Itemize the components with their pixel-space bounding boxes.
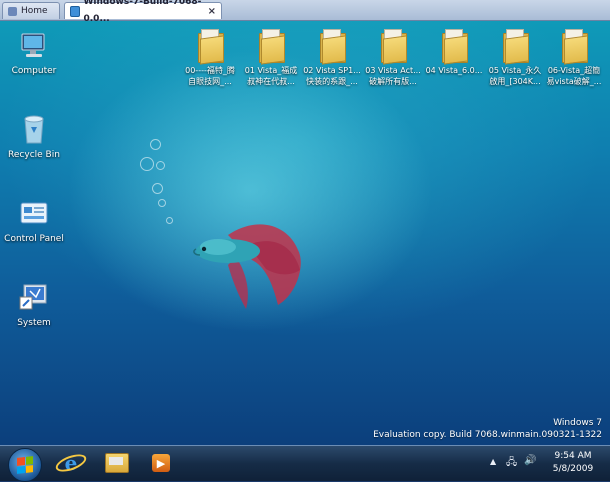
folder-icon — [503, 29, 529, 65]
recycle-bin-icon — [24, 115, 44, 144]
folder-name-line1: 05 Vista_永久 — [488, 66, 542, 75]
tab-vm[interactable]: Windows-7-Build-7068-0.0... × — [64, 0, 222, 24]
folder-name-line2: 易vista破解_... — [546, 77, 602, 86]
bubble — [156, 161, 165, 170]
computer-label: Computer — [11, 66, 57, 76]
folder-name-line2: 啟用_[304K... — [489, 77, 541, 86]
bubble — [166, 217, 173, 224]
clock-time: 9:54 AM — [554, 451, 592, 461]
desktop-folder[interactable]: 00----福特_腾 自眼技网_... — [180, 29, 240, 87]
network-icon[interactable]: 🖧 — [506, 455, 517, 472]
folder-name-line1: 06-Vista_超簡 — [547, 66, 601, 75]
folder-name-line2: 破解所有版... — [369, 77, 417, 86]
desktop-folder[interactable]: 03 Vista Act... 破解所有版... — [363, 29, 423, 87]
bubble — [158, 199, 166, 207]
folder-icon — [562, 29, 588, 65]
notification-area: ▲ 🖧 🔊 9:54 AM 5/8/2009 — [486, 446, 610, 481]
folder-name-line2: 叔神在代叔... — [247, 77, 295, 86]
folder-name-line2: 快装的系跟_... — [306, 77, 358, 86]
recycle-bin-label: Recycle Bin — [8, 150, 60, 160]
system-icon — [19, 284, 47, 310]
folder-name-line2: 自眼技网_... — [188, 77, 232, 86]
media-player-icon: ▶ — [152, 454, 170, 472]
show-hidden-icons-arrow-icon[interactable]: ▲ — [490, 457, 496, 466]
taskbar-media-player[interactable]: ▶ — [144, 448, 178, 478]
clock-date: 5/8/2009 — [552, 464, 594, 474]
desktop-icon-system[interactable]: System — [4, 283, 64, 329]
system-label: System — [17, 318, 51, 328]
folder-icon — [259, 29, 285, 65]
bubble — [150, 139, 161, 150]
start-button[interactable] — [8, 448, 42, 482]
folder-icon — [381, 29, 407, 65]
betta-fish-illustration — [193, 224, 301, 309]
control-panel-icon — [20, 202, 48, 224]
folder-icon — [198, 29, 224, 65]
tab-home[interactable]: Home — [2, 2, 60, 19]
tab-home-label: Home — [21, 5, 48, 16]
windows-explorer-icon — [105, 453, 129, 473]
evaluation-watermark: Windows 7 Evaluation copy. Build 7068.wi… — [373, 417, 602, 441]
taskbar-windows-explorer[interactable] — [100, 448, 134, 478]
desktop-icon-recycle-bin[interactable]: Recycle Bin — [4, 113, 64, 161]
desktop[interactable]: Computer Recycle Bin Control Panel Syste… — [0, 21, 610, 445]
folder-name-line1: 00----福特_腾 — [185, 66, 235, 75]
desktop-folder[interactable]: 05 Vista_永久 啟用_[304K... — [485, 29, 545, 87]
folder-name-line1: 02 Vista SP1... — [303, 66, 361, 75]
watermark-build: Evaluation copy. Build 7068.winmain.0903… — [373, 430, 602, 440]
bubble — [152, 183, 163, 194]
desktop-icon-control-panel[interactable]: Control Panel — [4, 199, 64, 245]
taskbar: e ▶ ▲ 🖧 🔊 9:54 AM 5/8/2009 — [0, 445, 610, 482]
folder-name-line1: 01 Vista_福成 — [244, 66, 298, 75]
vm-tab-bar: Home Windows-7-Build-7068-0.0... × — [0, 0, 610, 24]
desktop-folder[interactable]: 04 Vista_6.0... — [424, 29, 484, 76]
desktop-folder[interactable]: 06-Vista_超簡 易vista破解_... — [544, 29, 604, 87]
vm-icon — [70, 5, 80, 17]
folder-icon — [320, 29, 346, 65]
control-panel-label: Control Panel — [4, 234, 64, 244]
folder-icon — [442, 29, 468, 65]
folder-name-line1: 04 Vista_6.0... — [425, 66, 483, 75]
taskbar-internet-explorer[interactable]: e — [53, 448, 89, 478]
computer-icon — [21, 33, 45, 57]
watermark-os: Windows 7 — [553, 418, 602, 428]
bubble — [140, 157, 154, 171]
desktop-folder[interactable]: 02 Vista SP1... 快装的系跟_... — [302, 29, 362, 87]
close-tab-icon[interactable]: × — [208, 3, 216, 20]
clock[interactable]: 9:54 AM 5/8/2009 — [548, 450, 598, 476]
volume-icon[interactable]: 🔊 — [524, 455, 536, 466]
folder-name-line1: 03 Vista Act... — [365, 66, 421, 75]
windows-logo-icon — [17, 456, 33, 474]
desktop-folder[interactable]: 01 Vista_福成 叔神在代叔... — [241, 29, 301, 87]
desktop-icon-computer[interactable]: Computer — [4, 31, 64, 77]
home-icon — [8, 6, 17, 16]
